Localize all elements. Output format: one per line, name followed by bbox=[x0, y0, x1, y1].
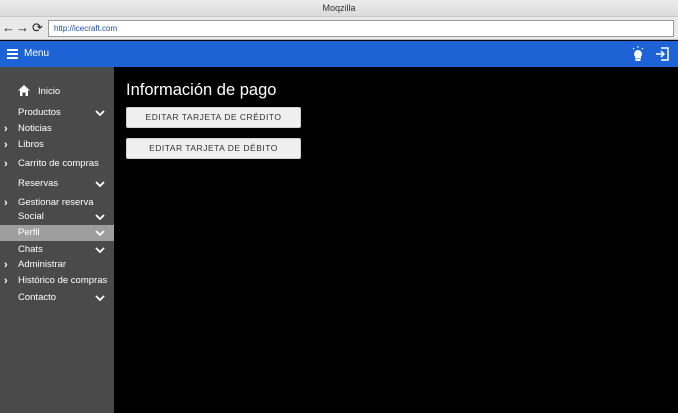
chevron-right-icon: › bbox=[4, 123, 8, 135]
app-header: Menu bbox=[0, 41, 678, 67]
chevron-down-icon bbox=[95, 295, 105, 302]
logout-icon[interactable] bbox=[655, 47, 669, 61]
chevron-down-icon bbox=[95, 230, 105, 237]
sidebar-item-label: Noticias bbox=[18, 123, 52, 134]
page-title: Información de pago bbox=[126, 81, 277, 99]
browser-title-bar: Moqzilla bbox=[0, 0, 678, 17]
chevron-right-icon: › bbox=[4, 275, 8, 287]
sidebar-item-label: Contacto bbox=[18, 292, 57, 303]
sidebar-item-label: Histórico de compras bbox=[18, 275, 108, 286]
chevron-down-icon bbox=[95, 110, 105, 117]
back-arrow-icon[interactable]: ← bbox=[2, 20, 15, 36]
sidebar: Inicio Productos › Noticias › Libros › C… bbox=[0, 67, 114, 413]
sidebar-item-label: Reservas bbox=[18, 178, 59, 189]
forward-arrow-icon[interactable]: → bbox=[16, 20, 29, 36]
sidebar-item-contacto[interactable]: Contacto bbox=[0, 290, 114, 306]
sidebar-item-perfil[interactable]: Perfil bbox=[0, 225, 114, 241]
sidebar-item-label: Libros bbox=[18, 139, 44, 150]
edit-debit-card-button[interactable]: EDITAR TARJETA DE DÉBITO bbox=[126, 138, 301, 159]
sidebar-item-chats[interactable]: Chats bbox=[0, 242, 114, 258]
sidebar-item-label: Inicio bbox=[38, 86, 61, 97]
lightbulb-icon[interactable] bbox=[632, 46, 644, 62]
chevron-right-icon: › bbox=[4, 259, 8, 271]
menu-button-label[interactable]: Menu bbox=[24, 48, 49, 59]
sidebar-item-label: Productos bbox=[18, 107, 61, 118]
hamburger-menu-icon[interactable] bbox=[7, 49, 18, 59]
home-icon bbox=[18, 85, 30, 96]
sidebar-item-social[interactable]: Social bbox=[0, 209, 114, 225]
browser-nav-bar: ← → ⟳ http://icecraft.com bbox=[0, 17, 678, 40]
sidebar-item-label: Perfil bbox=[18, 227, 40, 238]
chevron-down-icon bbox=[95, 181, 105, 188]
chevron-right-icon: › bbox=[4, 139, 8, 151]
sidebar-item-label: Administrar bbox=[18, 259, 67, 270]
sidebar-item-label: Chats bbox=[18, 244, 43, 255]
chevron-right-icon: › bbox=[4, 158, 8, 170]
sidebar-item-productos[interactable]: Productos bbox=[0, 105, 114, 121]
chevron-down-icon bbox=[95, 247, 105, 254]
browser-title: Moqzilla bbox=[322, 3, 356, 13]
main-content: Información de pago EDITAR TARJETA DE CR… bbox=[114, 67, 678, 413]
chevron-down-icon bbox=[95, 214, 105, 221]
sidebar-item-label: Carrito de compras bbox=[18, 158, 99, 169]
url-text: http://icecraft.com bbox=[54, 24, 118, 33]
sidebar-item-noticias[interactable]: › Noticias bbox=[0, 121, 114, 137]
sidebar-item-administrar[interactable]: › Administrar bbox=[0, 257, 114, 273]
reload-icon[interactable]: ⟳ bbox=[31, 20, 44, 36]
sidebar-item-reservas[interactable]: Reservas bbox=[0, 176, 114, 192]
sidebar-item-libros[interactable]: › Libros bbox=[0, 137, 114, 153]
sidebar-item-inicio[interactable]: Inicio bbox=[0, 83, 114, 101]
url-bar[interactable]: http://icecraft.com bbox=[48, 20, 674, 37]
edit-credit-card-button[interactable]: EDITAR TARJETA DE CRÉDITO bbox=[126, 107, 301, 128]
sidebar-item-label: Social bbox=[18, 211, 44, 222]
sidebar-item-carrito[interactable]: › Carrito de compras bbox=[0, 156, 114, 172]
sidebar-item-historico-compras[interactable]: › Histórico de compras bbox=[0, 273, 114, 289]
